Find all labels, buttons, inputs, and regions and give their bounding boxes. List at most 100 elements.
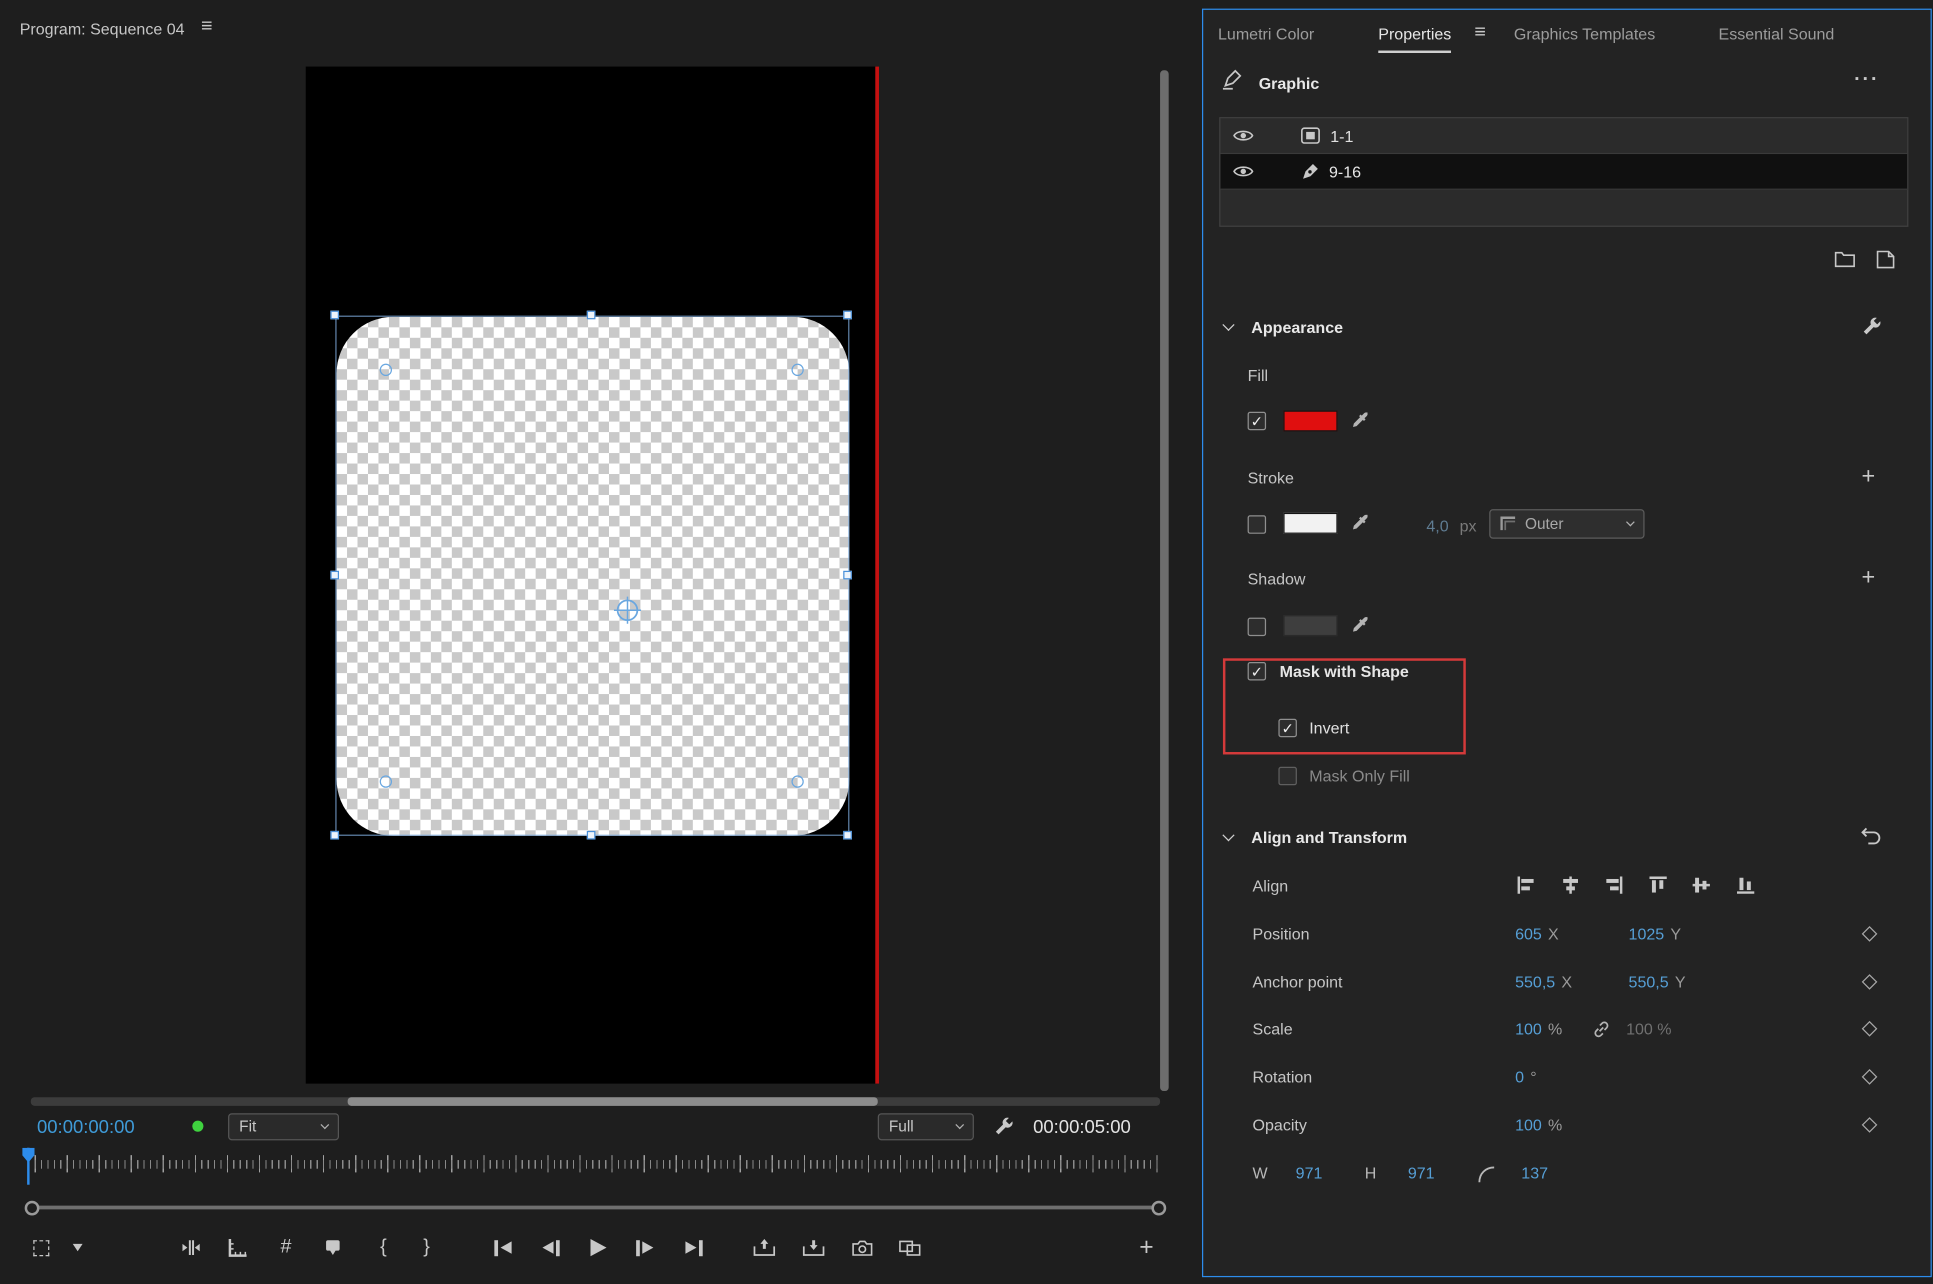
monitor-vertical-scrollbar[interactable] (1160, 70, 1169, 1091)
selection-handle[interactable] (330, 571, 339, 580)
mask-only-fill-checkbox[interactable] (1278, 767, 1296, 785)
rotation-keyframe-toggle[interactable] (1862, 1069, 1878, 1085)
transform-collapse-chevron[interactable] (1222, 829, 1234, 841)
align-right-icon[interactable] (1604, 875, 1624, 895)
stroke-eyedropper-icon[interactable] (1351, 514, 1369, 532)
width-value[interactable]: 971 (1296, 1164, 1323, 1182)
selection-handle[interactable] (843, 311, 852, 320)
shadow-color-swatch[interactable] (1283, 615, 1337, 636)
properties-panel: Lumetri Color Properties ≡ Graphics Temp… (1202, 9, 1932, 1278)
comparison-view-button[interactable] (889, 1225, 931, 1269)
timeline-zoom-bar[interactable] (37, 1206, 1154, 1210)
tab-properties[interactable]: Properties (1378, 25, 1451, 53)
overlay-mode-chevron[interactable] (57, 1225, 99, 1269)
tab-essential-sound[interactable]: Essential Sound (1719, 25, 1835, 43)
layer-row-selected[interactable]: 9-16 (1220, 154, 1907, 190)
add-shadow-button[interactable]: + (1862, 566, 1876, 589)
overlay-mode-button[interactable] (20, 1225, 62, 1269)
go-to-in-button[interactable] (482, 1225, 524, 1269)
corner-radius-handle[interactable] (791, 364, 803, 376)
opacity-value[interactable]: 100 (1515, 1116, 1542, 1134)
stroke-style-select[interactable]: Outer (1489, 509, 1644, 539)
appearance-collapse-chevron[interactable] (1222, 319, 1234, 331)
selection-handle[interactable] (843, 831, 852, 840)
layer-row[interactable]: 1-1 (1220, 118, 1907, 154)
fill-color-swatch[interactable] (1283, 411, 1337, 432)
step-back-button[interactable] (530, 1225, 572, 1269)
monitor-panel-menu-icon[interactable]: ≡ (201, 16, 213, 38)
anchor-point-crosshair[interactable] (609, 592, 646, 629)
tab-lumetri-color[interactable]: Lumetri Color (1218, 25, 1314, 43)
opacity-keyframe-toggle[interactable] (1862, 1117, 1878, 1133)
reset-parameters-icon[interactable] (1860, 827, 1881, 845)
mark-in-button[interactable]: { (362, 1225, 404, 1269)
lift-button[interactable] (743, 1225, 785, 1269)
mini-timeline-ruler[interactable] (0, 1148, 1160, 1185)
corner-radius-value[interactable]: 137 (1521, 1164, 1548, 1182)
align-center-vertical-icon[interactable] (1691, 875, 1711, 895)
anchor-keyframe-toggle[interactable] (1862, 974, 1878, 990)
new-folder-icon[interactable] (1834, 250, 1855, 267)
selection-handle[interactable] (843, 571, 852, 580)
layer-visibility-eye-icon[interactable] (1233, 164, 1254, 179)
guides-grid-icon: # (281, 1236, 292, 1258)
stroke-color-swatch[interactable] (1283, 513, 1337, 534)
guides-button[interactable]: # (265, 1225, 307, 1269)
scale-value[interactable]: 100 (1515, 1020, 1542, 1038)
monitor-horizontal-scrollbar-thumb[interactable] (348, 1097, 878, 1106)
timeline-zoom-handle-left[interactable] (25, 1201, 40, 1216)
position-y-value[interactable]: 1025 (1629, 925, 1665, 943)
stroke-width-value[interactable]: 4,0 (1426, 517, 1448, 535)
playhead-timecode[interactable]: 00:00:00:00 (37, 1117, 135, 1138)
corner-radius-handle[interactable] (791, 775, 803, 787)
invert-checkbox[interactable]: ✓ (1278, 719, 1296, 737)
playback-resolution-select[interactable]: Full (878, 1113, 974, 1140)
selection-handle[interactable] (330, 311, 339, 320)
corner-radius-handle[interactable] (380, 775, 392, 787)
appearance-settings-wrench-icon[interactable] (1862, 316, 1883, 337)
layer-visibility-eye-icon[interactable] (1233, 128, 1254, 143)
selection-handle[interactable] (330, 831, 339, 840)
play-button[interactable] (577, 1225, 619, 1269)
mark-out-button[interactable]: } (406, 1225, 448, 1269)
rotation-value[interactable]: 0 (1515, 1068, 1524, 1086)
align-bottom-icon[interactable] (1736, 875, 1756, 895)
step-forward-button[interactable] (624, 1225, 666, 1269)
mask-with-shape-checkbox[interactable]: ✓ (1248, 662, 1266, 680)
selection-bounding-box[interactable] (335, 316, 849, 836)
new-layer-icon[interactable] (1876, 250, 1894, 268)
snap-button[interactable] (170, 1225, 212, 1269)
selection-handle[interactable] (587, 831, 596, 840)
scale-keyframe-toggle[interactable] (1862, 1021, 1878, 1037)
button-editor-button[interactable]: + (1126, 1225, 1168, 1269)
shadow-eyedropper-icon[interactable] (1351, 616, 1369, 634)
fill-checkbox[interactable]: ✓ (1248, 412, 1266, 430)
properties-panel-menu-icon[interactable]: ≡ (1474, 22, 1486, 44)
position-x-value[interactable]: 605 (1515, 925, 1542, 943)
timeline-zoom-handle-right[interactable] (1151, 1201, 1166, 1216)
height-value[interactable]: 971 (1408, 1164, 1435, 1182)
go-to-out-button[interactable] (673, 1225, 715, 1269)
add-marker-button[interactable] (312, 1225, 354, 1269)
position-keyframe-toggle[interactable] (1862, 926, 1878, 942)
add-stroke-button[interactable]: + (1862, 465, 1876, 488)
anchor-x-value[interactable]: 550,5 (1515, 973, 1555, 991)
extract-button[interactable] (793, 1225, 835, 1269)
scale-link-icon[interactable] (1593, 1021, 1610, 1038)
anchor-x-unit: X (1561, 973, 1572, 991)
zoom-level-select[interactable]: Fit (228, 1113, 339, 1140)
align-top-icon[interactable] (1648, 875, 1668, 895)
tab-graphics-templates[interactable]: Graphics Templates (1514, 25, 1655, 43)
monitor-settings-wrench-icon[interactable] (994, 1116, 1015, 1137)
fill-eyedropper-icon[interactable] (1351, 412, 1369, 430)
anchor-y-value[interactable]: 550,5 (1629, 973, 1669, 991)
selection-handle[interactable] (587, 311, 596, 320)
ruler-button[interactable] (217, 1225, 259, 1269)
shadow-checkbox[interactable] (1248, 618, 1266, 636)
align-center-horizontal-icon[interactable] (1561, 875, 1581, 895)
export-frame-button[interactable] (841, 1225, 883, 1269)
panel-menu-dots-icon[interactable]: ··· (1854, 69, 1879, 91)
corner-radius-handle[interactable] (380, 364, 392, 376)
stroke-checkbox[interactable] (1248, 515, 1266, 533)
align-left-icon[interactable] (1516, 875, 1536, 895)
